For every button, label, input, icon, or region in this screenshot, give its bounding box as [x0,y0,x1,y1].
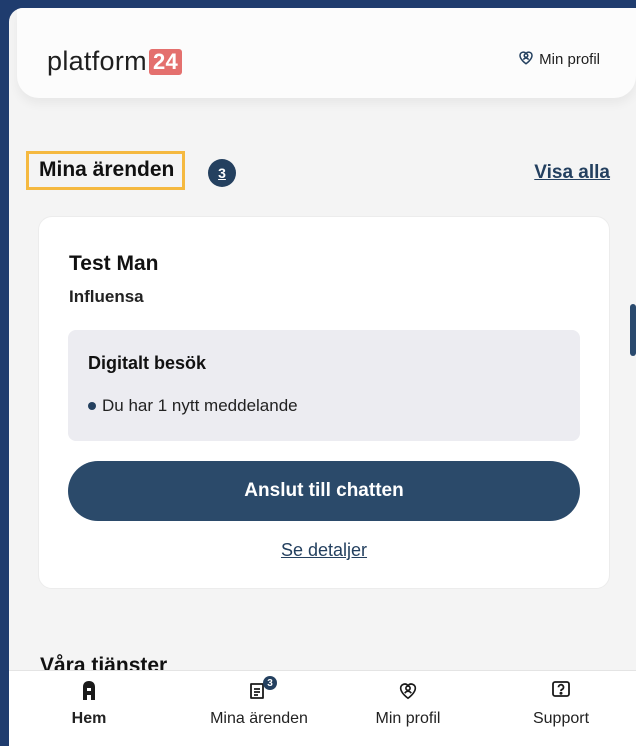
nav-cases-badge: 3 [263,676,277,690]
logo-badge: 24 [148,48,183,75]
nav-label-profile: Min profil [375,710,441,727]
nav-item-support[interactable]: Support [511,671,611,746]
visit-type: Digitalt besök [88,353,207,373]
nav-item-cases[interactable]: 3 Mina ärenden [189,671,329,746]
patient-name: Test Man [69,252,159,275]
show-all-link[interactable]: Visa alla [534,162,610,184]
case-card: Test Man Influensa Digitalt besök Du har… [38,216,610,589]
nav-label-cases: Mina ärenden [210,710,308,727]
app-viewport: platform 24 Min profil Mina ärenden 3 Vi… [9,8,636,746]
new-message-text: Du har 1 nytt meddelande [102,396,298,415]
support-icon [550,681,572,705]
cases-title-highlight: Mina ärenden [26,151,186,190]
see-details-link[interactable]: Se detaljer [39,540,609,561]
bullet-dot-icon [88,402,96,410]
cases-icon [248,683,270,705]
cases-section-title: Mina ärenden [39,158,175,181]
app-header: platform 24 Min profil [17,8,636,98]
case-diagnosis: Influensa [69,287,144,306]
cases-count-badge[interactable]: 3 [208,159,236,187]
profile-icon [397,683,419,705]
new-message-notice: Du har 1 nytt meddelande [88,396,298,416]
nav-label-support: Support [532,710,590,727]
nav-item-home[interactable]: Hem [49,671,129,746]
header-profile-link[interactable]: Min profil [517,48,600,70]
home-icon [79,681,99,705]
nav-item-profile[interactable]: Min profil [353,671,463,746]
nav-label-home: Hem [71,710,107,727]
platform24-logo[interactable]: platform 24 [47,46,183,77]
header-profile-label: Min profil [539,50,600,68]
scrollbar[interactable] [630,304,636,356]
heart-profile-icon [517,48,535,70]
join-chat-button[interactable]: Anslut till chatten [68,461,580,521]
visit-info-box: Digitalt besök Du har 1 nytt meddelande [68,330,580,441]
bottom-navigation: Hem 3 Mina ärenden Min profil Support [9,670,636,746]
logo-text: platform [47,46,147,76]
